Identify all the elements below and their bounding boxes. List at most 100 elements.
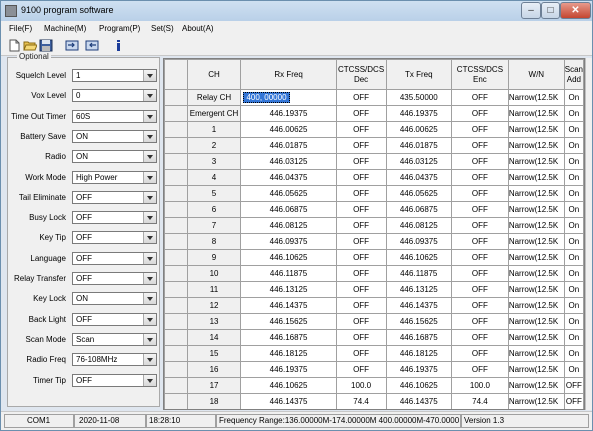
ctcss-enc-cell[interactable]: OFF: [451, 169, 509, 186]
ctcss-enc-cell[interactable]: OFF: [451, 249, 509, 266]
wn-cell[interactable]: Narrow(12.5K: [507, 137, 565, 154]
tx-freq-cell[interactable]: 446.13125: [385, 281, 453, 298]
table-row[interactable]: 14 446.16875 OFF 446.16875 OFF Narrow(12.5K On: [164, 329, 584, 346]
scan-mode-dropdown[interactable]: Scan: [72, 332, 157, 346]
scan-add-cell[interactable]: On: [563, 137, 584, 154]
row-selector[interactable]: [164, 201, 188, 218]
scan-add-cell[interactable]: OFF: [563, 393, 584, 409]
work-mode-dropdown[interactable]: High Power: [72, 170, 157, 184]
table-row[interactable]: 3 446.03125 OFF 446.03125 OFF Narrow(12.5K On: [164, 153, 584, 170]
ctcss-dec-cell[interactable]: OFF: [335, 105, 387, 122]
scan-add-cell[interactable]: On: [563, 345, 584, 362]
new-file-icon[interactable]: [7, 39, 21, 52]
chevron-down-icon[interactable]: [143, 191, 156, 203]
tx-freq-cell[interactable]: 446.15625: [385, 313, 453, 330]
menu-set[interactable]: Set(S): [151, 24, 174, 33]
radio-freq-dropdown[interactable]: 76-108MHz: [72, 353, 157, 367]
ctcss-dec-cell[interactable]: OFF: [335, 345, 387, 362]
chevron-down-icon[interactable]: [143, 151, 156, 163]
table-row[interactable]: 7 446.08125 OFF 446.08125 OFF Narrow(12.5K On: [164, 217, 584, 234]
rx-freq-cell[interactable]: 446.09375: [240, 233, 337, 250]
row-selector[interactable]: [164, 89, 188, 106]
wn-cell[interactable]: Narrow(12.5K: [507, 169, 565, 186]
rx-freq-cell[interactable]: 446.14375: [240, 393, 337, 409]
tx-freq-cell[interactable]: 446.05625: [385, 185, 453, 202]
row-selector[interactable]: [164, 169, 188, 186]
rx-freq-cell[interactable]: 400, 00000: [240, 89, 337, 106]
tx-freq-cell[interactable]: 446.10625: [385, 249, 453, 266]
tx-freq-cell[interactable]: 446.06875: [385, 201, 453, 218]
chevron-down-icon[interactable]: [143, 90, 156, 102]
ctcss-enc-cell[interactable]: OFF: [451, 153, 509, 170]
tx-freq-cell[interactable]: 435.50000: [385, 89, 453, 106]
row-selector[interactable]: [164, 313, 188, 330]
tx-freq-cell[interactable]: 446.00625: [385, 121, 453, 138]
table-row[interactable]: 12 446.14375 OFF 446.14375 OFF Narrow(12.5K On: [164, 297, 584, 314]
row-selector[interactable]: [164, 105, 188, 122]
vox-level-dropdown[interactable]: 0: [72, 89, 157, 103]
ctcss-enc-cell[interactable]: 100.0: [451, 377, 509, 394]
table-row[interactable]: Relay CH 400, 00000 OFF 435.50000 OFF Narrow(…: [164, 89, 584, 106]
selected-cell-text[interactable]: 400, 00000: [243, 92, 290, 103]
info-icon[interactable]: [111, 39, 125, 52]
rx-freq-cell[interactable]: 446.15625: [240, 313, 337, 330]
row-selector[interactable]: [164, 393, 188, 409]
ctcss-dec-cell[interactable]: OFF: [335, 233, 387, 250]
ctcss-dec-cell[interactable]: OFF: [335, 297, 387, 314]
table-row[interactable]: 6 446.06875 OFF 446.06875 OFF Narrow(12.5K On: [164, 201, 584, 218]
save-disk-icon[interactable]: [39, 39, 53, 52]
row-selector[interactable]: [164, 121, 188, 138]
column-header-ctcss-enc[interactable]: CTCSS/DCS Enc: [451, 59, 509, 90]
menu-program[interactable]: Program(P): [99, 24, 140, 33]
ctcss-dec-cell[interactable]: OFF: [335, 137, 387, 154]
ctcss-dec-cell[interactable]: OFF: [335, 281, 387, 298]
table-row[interactable]: 13 446.15625 OFF 446.15625 OFF Narrow(12.5K On: [164, 313, 584, 330]
scan-add-cell[interactable]: On: [563, 89, 584, 106]
scan-add-cell[interactable]: On: [563, 121, 584, 138]
wn-cell[interactable]: Narrow(12.5K: [507, 185, 565, 202]
ctcss-dec-cell[interactable]: OFF: [335, 121, 387, 138]
chevron-down-icon[interactable]: [143, 333, 156, 345]
ctcss-dec-cell[interactable]: OFF: [335, 265, 387, 282]
ctcss-enc-cell[interactable]: OFF: [451, 233, 509, 250]
ctcss-enc-cell[interactable]: OFF: [451, 89, 509, 106]
rx-freq-cell[interactable]: 446.00625: [240, 121, 337, 138]
table-row[interactable]: Emergent CH 446.19375 OFF 446.19375 OFF Narro…: [164, 105, 584, 122]
chevron-down-icon[interactable]: [143, 171, 156, 183]
wn-cell[interactable]: Narrow(12.5K: [507, 121, 565, 138]
title-bar[interactable]: 9100 program software – □ ✕: [1, 1, 592, 21]
scan-add-cell[interactable]: OFF: [563, 377, 584, 394]
table-row[interactable]: 2 446.01875 OFF 446.01875 OFF Narrow(12.5K On: [164, 137, 584, 154]
tx-freq-cell[interactable]: 446.19375: [385, 105, 453, 122]
write-to-radio-icon[interactable]: [85, 39, 99, 52]
tx-freq-cell[interactable]: 446.18125: [385, 345, 453, 362]
radio-dropdown[interactable]: ON: [72, 150, 157, 164]
ctcss-enc-cell[interactable]: OFF: [451, 361, 509, 378]
scan-add-cell[interactable]: On: [563, 265, 584, 282]
table-row[interactable]: 17 446.10625 100.0 446.10625 100.0 Narrow(12.…: [164, 377, 584, 394]
ctcss-enc-cell[interactable]: OFF: [451, 185, 509, 202]
table-row[interactable]: 8 446.09375 OFF 446.09375 OFF Narrow(12.5K On: [164, 233, 584, 250]
wn-cell[interactable]: Narrow(12.5K: [507, 89, 565, 106]
tail-eliminate-dropdown[interactable]: OFF: [72, 190, 157, 204]
rx-freq-cell[interactable]: 446.11875: [240, 265, 337, 282]
wn-cell[interactable]: Narrow(12.5K: [507, 329, 565, 346]
scan-add-cell[interactable]: On: [563, 217, 584, 234]
rx-freq-cell[interactable]: 446.16875: [240, 329, 337, 346]
vertical-scrollbar[interactable]: [585, 58, 592, 410]
table-row[interactable]: 9 446.10625 OFF 446.10625 OFF Narrow(12.5K On: [164, 249, 584, 266]
table-row[interactable]: 10 446.11875 OFF 446.11875 OFF Narrow(12.5K On: [164, 265, 584, 282]
chevron-down-icon[interactable]: [143, 252, 156, 264]
chevron-down-icon[interactable]: [143, 273, 156, 284]
chevron-down-icon[interactable]: [143, 110, 156, 122]
ctcss-dec-cell[interactable]: OFF: [335, 89, 387, 106]
row-selector[interactable]: [164, 329, 188, 346]
chevron-down-icon[interactable]: [143, 293, 156, 305]
tx-freq-cell[interactable]: 446.11875: [385, 265, 453, 282]
scan-add-cell[interactable]: On: [563, 201, 584, 218]
wn-cell[interactable]: Narrow(12.5K: [507, 217, 565, 234]
battery-save-dropdown[interactable]: ON: [72, 129, 157, 143]
rx-freq-cell[interactable]: 446.13125: [240, 281, 337, 298]
key-lock-dropdown[interactable]: ON: [72, 292, 157, 306]
chevron-down-icon[interactable]: [143, 354, 156, 366]
